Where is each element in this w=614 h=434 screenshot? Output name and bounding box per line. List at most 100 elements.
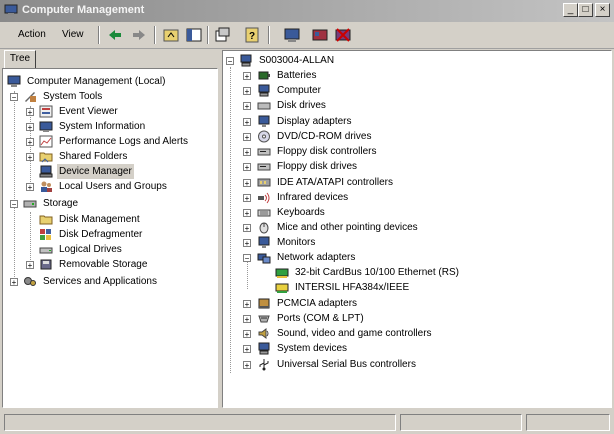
menu-action[interactable]: Action — [14, 26, 50, 44]
expand-toggle[interactable]: + — [243, 209, 251, 218]
device-label: DVD/CD-ROM drives — [277, 131, 372, 142]
device-label: Infrared devices — [277, 192, 349, 203]
menu-view[interactable]: View — [58, 26, 88, 44]
device-label: Floppy disk drives — [277, 161, 358, 172]
maximize-button[interactable]: □ — [578, 3, 593, 17]
minimize-button[interactable]: _ — [563, 3, 578, 17]
tree-item-label: Event Viewer — [59, 106, 118, 117]
disk-management-icon — [39, 215, 53, 225]
device-label: System devices — [277, 343, 348, 354]
expand-toggle[interactable]: + — [243, 102, 251, 111]
show-hide-tree-icon[interactable] — [185, 26, 203, 44]
status-bar — [0, 412, 614, 434]
disable-device-icon[interactable] — [334, 26, 352, 44]
services-icon — [24, 277, 36, 286]
expand-toggle[interactable]: + — [243, 87, 251, 96]
device-label: Keyboards — [277, 207, 325, 218]
toolbar-separator — [98, 26, 100, 44]
export-list-icon[interactable] — [213, 26, 231, 44]
shared-folder-icon — [39, 152, 53, 163]
expand-toggle[interactable]: + — [26, 153, 34, 162]
monitor-icon — [258, 236, 270, 248]
device-label: Universal Serial Bus controllers — [277, 359, 416, 370]
expand-toggle[interactable]: + — [243, 300, 251, 309]
system-information-icon — [39, 121, 53, 132]
usb-icon — [259, 359, 269, 371]
device-label: PCMCIA adapters — [277, 298, 358, 309]
network-card-icon — [275, 268, 289, 278]
expand-toggle[interactable]: + — [243, 133, 251, 142]
computer-management-icon — [7, 75, 21, 87]
expand-toggle[interactable]: + — [26, 108, 34, 117]
device-label: S003004-ALLAN — [259, 55, 335, 66]
expand-toggle[interactable]: + — [26, 123, 34, 132]
toolbar-separator — [154, 26, 156, 44]
title-bar[interactable]: Computer Management _ □ × — [0, 0, 614, 22]
tree-item-label: Computer Management (Local) — [27, 76, 166, 87]
system-device-icon — [258, 342, 270, 355]
device-label: 32-bit CardBus 10/100 Ethernet (RS) — [295, 267, 459, 278]
expand-toggle[interactable]: + — [243, 330, 251, 339]
collapse-toggle[interactable]: − — [10, 93, 18, 102]
expand-toggle[interactable]: + — [10, 278, 18, 287]
expand-toggle[interactable]: + — [26, 138, 34, 147]
battery-icon — [258, 71, 270, 80]
disk-drive-icon — [257, 102, 271, 110]
tree-item-label: System Information — [59, 121, 146, 132]
tree-item-label: Removable Storage — [59, 259, 148, 270]
close-button[interactable]: × — [595, 3, 610, 17]
expand-toggle[interactable]: + — [243, 179, 251, 188]
tree-item-label: Disk Defragmenter — [59, 229, 143, 240]
storage-icon — [23, 200, 37, 208]
device-label: IDE ATA/ATAPI controllers — [277, 177, 393, 188]
collapse-toggle[interactable]: − — [10, 200, 18, 209]
expand-toggle[interactable]: + — [243, 72, 251, 81]
up-folder-icon[interactable] — [162, 26, 180, 44]
expand-toggle[interactable]: + — [243, 345, 251, 354]
expand-toggle[interactable]: + — [243, 194, 251, 203]
help-icon[interactable]: ? — [243, 26, 261, 44]
device-manager-icon — [39, 165, 53, 178]
expand-toggle[interactable]: + — [243, 224, 251, 233]
expand-toggle[interactable]: + — [243, 361, 251, 370]
forward-arrow-icon[interactable] — [130, 26, 148, 44]
device-list-pane[interactable]: − S003004-ALLAN + Batteries + Computer +… — [222, 50, 612, 408]
collapse-toggle[interactable]: − — [226, 57, 234, 66]
expand-toggle[interactable]: + — [26, 183, 34, 192]
computer-icon — [258, 84, 270, 97]
expand-toggle[interactable]: + — [243, 163, 251, 172]
device-label: INTERSIL HFA384x/IEEE — [295, 282, 410, 293]
scan-hardware-icon[interactable] — [283, 26, 301, 44]
expand-toggle[interactable]: + — [243, 315, 251, 324]
expand-toggle[interactable]: + — [26, 261, 34, 270]
device-label: Display adapters — [277, 116, 352, 127]
device-label: Mice and other pointing devices — [277, 222, 418, 233]
status-cell-secondary — [400, 414, 522, 431]
back-arrow-icon[interactable] — [106, 26, 124, 44]
expand-toggle[interactable]: + — [243, 118, 251, 127]
status-cell-tertiary — [526, 414, 610, 431]
device-label: Monitors — [277, 237, 316, 248]
console-tree-pane[interactable]: Computer Management (Local) − System Too… — [2, 68, 218, 408]
collapse-toggle[interactable]: − — [243, 254, 251, 263]
toolbar-separator — [268, 26, 270, 44]
sound-icon — [258, 328, 269, 339]
window-title: Computer Management — [22, 4, 145, 16]
cdrom-icon — [258, 130, 270, 143]
event-viewer-icon — [39, 105, 53, 118]
expand-toggle[interactable]: + — [243, 148, 251, 157]
display-adapter-icon — [258, 115, 270, 127]
drive-icon — [39, 247, 53, 254]
tree-item-label: Logical Drives — [59, 244, 122, 255]
update-driver-icon[interactable] — [311, 26, 329, 44]
keyboard-icon — [257, 209, 271, 217]
toolbar: Action View ? — [0, 22, 614, 49]
tree-item-label: System Tools — [43, 91, 103, 102]
floppy-controller-icon — [257, 148, 271, 156]
device-label: Batteries — [277, 70, 317, 81]
device-label: Disk drives — [277, 100, 326, 111]
tab-tree[interactable]: Tree — [4, 50, 36, 69]
expand-toggle[interactable]: + — [243, 239, 251, 248]
tree-item-label: Storage — [43, 198, 79, 209]
ide-controller-icon — [257, 178, 271, 187]
